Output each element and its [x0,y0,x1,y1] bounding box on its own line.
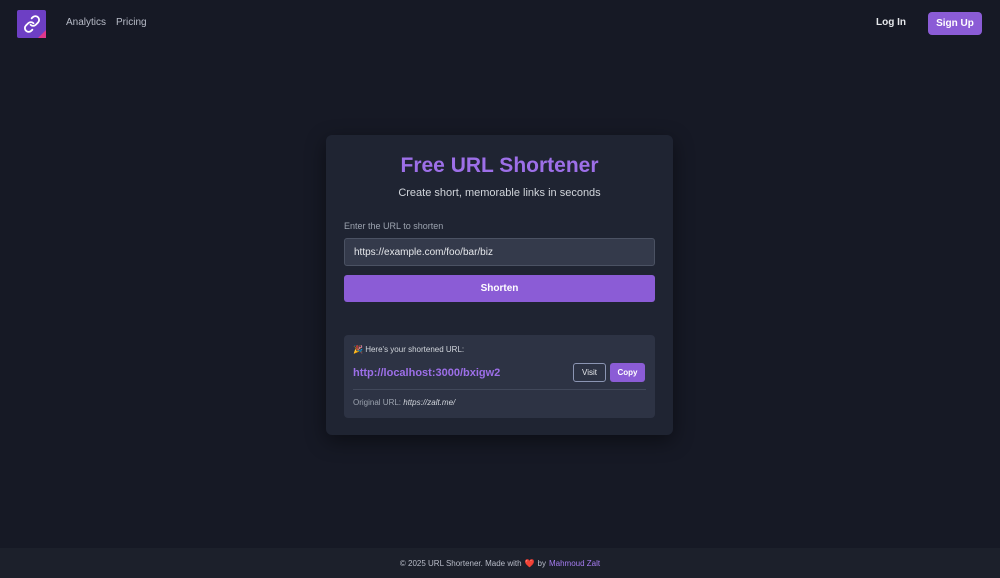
url-input[interactable] [344,238,655,266]
login-link[interactable]: Log In [876,17,906,28]
shorten-button[interactable]: Shorten [344,275,655,302]
top-nav: Analytics Pricing Log In Sign Up [0,0,1000,48]
nav-link-pricing[interactable]: Pricing [116,17,147,28]
short-url-link[interactable]: http://localhost:3000/bxigw2 [353,367,500,379]
result-panel: 🎉 Here's your shortened URL: http://loca… [344,335,655,418]
shortener-card: Free URL Shortener Create short, memorab… [326,135,673,435]
original-url-row: Original URL: https://zalt.me/ [353,398,455,407]
logo[interactable] [17,10,46,38]
heart-icon: ❤️ [524,558,535,568]
footer-by: by [537,558,546,568]
logo-corner-accent [38,30,46,38]
visit-button[interactable]: Visit [573,363,606,382]
main-nav: Analytics Pricing [66,17,147,28]
result-heading: 🎉 Here's your shortened URL: [353,345,464,354]
footer: © 2025 URL Shortener. Made with ❤️ by Ma… [0,548,1000,578]
signup-button[interactable]: Sign Up [928,12,982,35]
nav-link-analytics[interactable]: Analytics [66,17,106,28]
author-link[interactable]: Mahmoud Zalt [549,559,600,568]
divider [353,389,646,390]
original-url-label: Original URL: [353,398,402,407]
result-heading-text: Here's your shortened URL: [365,345,465,354]
copy-button[interactable]: Copy [610,363,645,382]
url-input-label: Enter the URL to shorten [344,221,444,231]
original-url-value: https://zalt.me/ [403,398,456,407]
page-title: Free URL Shortener [400,154,599,177]
footer-text: © 2025 URL Shortener. Made with [399,558,522,568]
page-subtitle: Create short, memorable links in seconds [398,187,601,199]
party-icon: 🎉 [353,345,363,354]
